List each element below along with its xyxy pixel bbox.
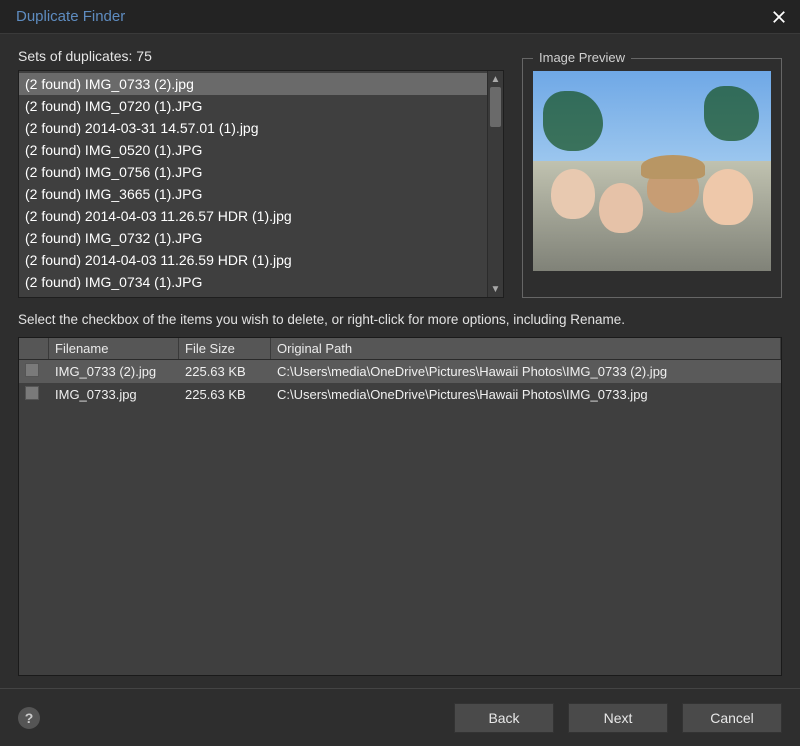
image-preview-group: Image Preview [522,58,782,298]
duplicate-set-item[interactable]: (2 found) 2014-03-31 14.57.01 (1).jpg [19,117,487,139]
scroll-down-icon[interactable]: ▼ [488,281,503,297]
instruction-text: Select the checkbox of the items you wis… [18,312,782,327]
window-title: Duplicate Finder [16,8,125,25]
duplicate-set-item[interactable]: (2 found) IMG_0732 (1).JPG [19,227,487,249]
cell-path: C:\Users\media\OneDrive\Pictures\Hawaii … [271,361,781,382]
th-filename[interactable]: Filename [49,338,179,359]
close-icon[interactable] [768,6,790,28]
titlebar: Duplicate Finder [0,0,800,34]
cell-filesize: 225.63 KB [179,384,271,405]
row-checkbox-cell [19,360,49,383]
duplicate-set-item[interactable]: (2 found) IMG_0733 (2).jpg [19,73,487,95]
scroll-up-icon[interactable]: ▲ [488,71,503,87]
preview-image [533,71,771,271]
preview-legend: Image Preview [533,50,631,65]
duplicate-set-item[interactable]: (2 found) IMG_0720 (1).JPG [19,95,487,117]
cell-path: C:\Users\media\OneDrive\Pictures\Hawaii … [271,384,781,405]
duplicate-finder-window: Duplicate Finder Sets of duplicates: 75 … [0,0,800,746]
duplicate-sets-list[interactable]: (2 found) IMG_0733 (2).jpg(2 found) IMG_… [18,70,504,298]
th-checkbox [19,338,49,359]
cell-filename: IMG_0733 (2).jpg [49,361,179,382]
duplicate-set-item[interactable]: (2 found) IMG_0734 (1).JPG [19,271,487,293]
upper-row: (2 found) IMG_0733 (2).jpg(2 found) IMG_… [18,70,782,298]
table-header: Filename File Size Original Path [19,338,781,360]
scroll-thumb[interactable] [490,87,501,127]
th-path[interactable]: Original Path [271,338,781,359]
row-checkbox-cell [19,383,49,406]
duplicates-table: Filename File Size Original Path IMG_073… [18,337,782,676]
delete-checkbox[interactable] [25,363,39,377]
cell-filesize: 225.63 KB [179,361,271,382]
back-button[interactable]: Back [454,703,554,733]
duplicate-set-item[interactable]: (2 found) IMG_0721 (1).JPG [19,293,487,297]
cell-filename: IMG_0733.jpg [49,384,179,405]
table-row[interactable]: IMG_0733 (2).jpg225.63 KBC:\Users\media\… [19,360,781,383]
help-icon[interactable]: ? [18,707,40,729]
duplicate-set-item[interactable]: (2 found) IMG_3665 (1).JPG [19,183,487,205]
duplicate-set-item[interactable]: (2 found) IMG_0520 (1).JPG [19,139,487,161]
cancel-button[interactable]: Cancel [682,703,782,733]
next-button[interactable]: Next [568,703,668,733]
content-area: Sets of duplicates: 75 (2 found) IMG_073… [0,34,800,676]
th-filesize[interactable]: File Size [179,338,271,359]
duplicate-set-item[interactable]: (2 found) 2014-04-03 11.26.59 HDR (1).jp… [19,249,487,271]
duplicate-set-item[interactable]: (2 found) IMG_0756 (1).JPG [19,161,487,183]
delete-checkbox[interactable] [25,386,39,400]
footer-buttons: Back Next Cancel [454,703,782,733]
duplicate-set-item[interactable]: (2 found) 2014-04-03 11.26.57 HDR (1).jp… [19,205,487,227]
table-row[interactable]: IMG_0733.jpg225.63 KBC:\Users\media\OneD… [19,383,781,406]
list-scrollbar[interactable]: ▲ ▼ [487,71,503,297]
footer: ? Back Next Cancel [0,688,800,746]
